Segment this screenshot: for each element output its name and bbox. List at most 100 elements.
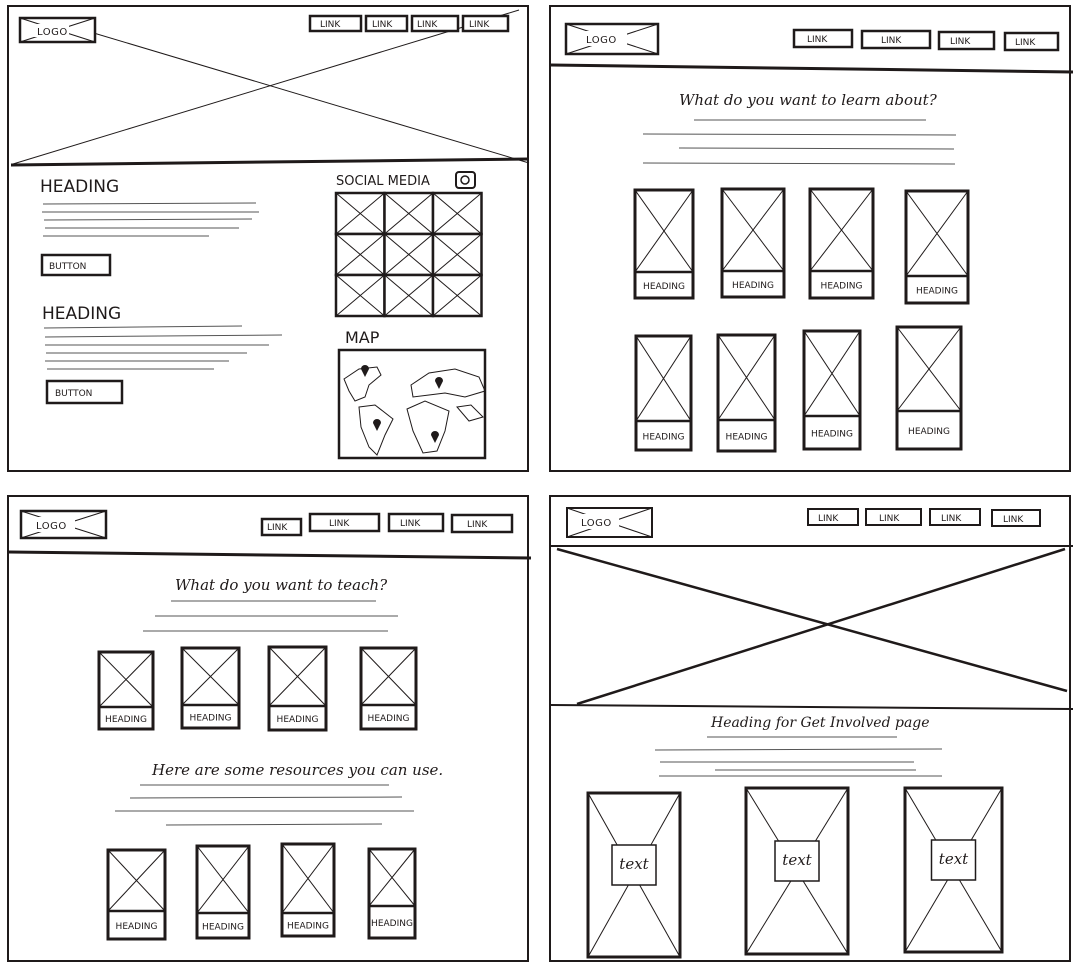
nav-link-3[interactable]: LINK bbox=[410, 14, 460, 33]
wireframe-get-involved-drawing: LOGO LINK LINK LINK LINK Heading for Get… bbox=[550, 507, 1074, 959]
topic-card-grid: HEADING HEADING HEADING HEADING bbox=[97, 645, 418, 732]
nav-link-2[interactable]: LINK bbox=[308, 512, 381, 533]
wireframe-get-involved: LOGO LINK LINK LINK LINK Heading for Get… bbox=[549, 495, 1074, 962]
camera-icon[interactable] bbox=[455, 171, 476, 189]
button-2[interactable]: BUTTON bbox=[45, 379, 124, 405]
nav-link-4[interactable]: LINK bbox=[1003, 31, 1060, 52]
nav-link-label: LINK bbox=[320, 20, 341, 30]
logo-placeholder[interactable]: LOGO bbox=[19, 509, 108, 540]
nav-link-2[interactable]: LINK bbox=[865, 508, 922, 526]
nav-link-label: LINK bbox=[469, 20, 490, 30]
button-1[interactable]: BUTTON bbox=[40, 253, 112, 277]
topic-card[interactable]: HEADING bbox=[359, 646, 418, 731]
involved-card[interactable]: text bbox=[586, 791, 682, 959]
section-heading-1: HEADING bbox=[40, 177, 119, 197]
social-media-image[interactable] bbox=[334, 232, 386, 277]
card-text: text bbox=[619, 855, 649, 873]
social-media-image[interactable] bbox=[431, 191, 483, 236]
topic-card[interactable]: HEADING bbox=[267, 645, 328, 732]
nav-link-label: LINK bbox=[1003, 515, 1024, 525]
topic-card[interactable]: HEADING bbox=[634, 334, 693, 452]
card-text: text bbox=[782, 851, 812, 869]
text-lines bbox=[654, 736, 943, 777]
topic-card[interactable]: HEADING bbox=[904, 189, 970, 305]
topic-card[interactable]: HEADING bbox=[808, 187, 875, 300]
nav-link-4[interactable]: LINK bbox=[461, 14, 510, 33]
card-text: text bbox=[939, 850, 969, 868]
nav-link-1[interactable]: LINK bbox=[807, 508, 859, 526]
nav-link-label: LINK bbox=[467, 520, 488, 530]
social-media-grid bbox=[334, 191, 483, 318]
topic-card[interactable]: HEADING bbox=[195, 844, 251, 940]
wireframe-learn: LOGO LINK LINK LINK LINK What do you wan… bbox=[549, 5, 1074, 472]
nav-link-2[interactable]: LINK bbox=[364, 14, 409, 33]
section-heading-2: HEADING bbox=[42, 304, 121, 324]
social-media-image[interactable] bbox=[383, 232, 435, 277]
social-media-image[interactable] bbox=[334, 191, 386, 236]
social-media-image[interactable] bbox=[431, 232, 483, 277]
wireframe-home: LOGO LINK LINK LINK LINK HEADING BUTTON … bbox=[7, 5, 530, 472]
card-heading: HEADING bbox=[116, 922, 158, 932]
card-heading: HEADING bbox=[202, 923, 244, 933]
wireframe-home-drawing: LOGO LINK LINK LINK LINK HEADING BUTTON … bbox=[10, 9, 530, 460]
nav-link-1[interactable]: LINK bbox=[792, 28, 854, 49]
nav-link-3[interactable]: LINK bbox=[937, 30, 996, 51]
topic-card[interactable]: HEADING bbox=[633, 188, 695, 300]
topic-card[interactable]: HEADING bbox=[367, 847, 417, 940]
nav-link-4[interactable]: LINK bbox=[450, 513, 514, 534]
nav-link-3[interactable]: LINK bbox=[387, 512, 445, 533]
text-lines-2 bbox=[43, 325, 283, 370]
topic-card[interactable]: HEADING bbox=[180, 646, 241, 730]
nav-link-label: LINK bbox=[807, 35, 828, 45]
topic-card[interactable]: HEADING bbox=[720, 187, 786, 299]
page-question: What do you want to learn about? bbox=[679, 91, 938, 109]
card-heading: HEADING bbox=[908, 427, 950, 437]
card-heading: HEADING bbox=[821, 282, 863, 292]
involved-card-row: text text text bbox=[586, 786, 1004, 959]
topic-card[interactable]: HEADING bbox=[106, 848, 167, 941]
logo-placeholder[interactable]: LOGO bbox=[566, 507, 653, 538]
button-1-label: BUTTON bbox=[49, 262, 86, 272]
map-placeholder[interactable] bbox=[337, 348, 487, 460]
nav-link-1[interactable]: LINK bbox=[308, 14, 363, 33]
map-label: MAP bbox=[345, 328, 380, 347]
card-heading: HEADING bbox=[287, 922, 329, 932]
nav-link-3[interactable]: LINK bbox=[929, 508, 981, 526]
topic-card[interactable]: HEADING bbox=[280, 842, 336, 938]
social-media-image[interactable] bbox=[334, 273, 386, 318]
nav-link-label: LINK bbox=[818, 514, 839, 524]
nav-link-2[interactable]: LINK bbox=[860, 29, 932, 50]
nav-link-label: LINK bbox=[267, 523, 288, 533]
nav-link-label: LINK bbox=[329, 519, 350, 529]
involved-card[interactable]: text bbox=[744, 786, 850, 956]
nav-link-label: LINK bbox=[1015, 38, 1036, 48]
social-media-image[interactable] bbox=[383, 191, 435, 236]
topic-card[interactable]: HEADING bbox=[716, 333, 777, 453]
resource-card-grid: HEADING HEADING HEADING HEADING bbox=[106, 842, 417, 941]
topic-card-grid: HEADING HEADING HEADING HEADING HEADING HEADI… bbox=[633, 187, 970, 453]
nav-link-label: LINK bbox=[400, 519, 421, 529]
logo-placeholder[interactable]: LOGO bbox=[564, 22, 660, 56]
nav-link-label: LINK bbox=[417, 20, 438, 30]
social-media-image[interactable] bbox=[383, 273, 435, 318]
topic-card[interactable]: HEADING bbox=[97, 650, 155, 731]
card-heading: HEADING bbox=[726, 433, 768, 443]
logo-text: LOGO bbox=[36, 521, 67, 532]
social-media-label: SOCIAL MEDIA bbox=[336, 174, 430, 189]
wireframe-teach-drawing: LOGO LINK LINK LINK LINK What do you wan… bbox=[8, 509, 532, 941]
involved-card[interactable]: text bbox=[903, 786, 1004, 954]
card-heading: HEADING bbox=[916, 287, 958, 297]
nav-link-1[interactable]: LINK bbox=[260, 517, 303, 537]
topic-card[interactable]: HEADING bbox=[895, 325, 963, 451]
nav-link-label: LINK bbox=[881, 36, 902, 46]
nav-link-4[interactable]: LINK bbox=[991, 509, 1041, 527]
page-question: What do you want to teach? bbox=[175, 576, 388, 594]
logo-text: LOGO bbox=[37, 27, 68, 38]
topic-card[interactable]: HEADING bbox=[802, 329, 862, 451]
logo-placeholder[interactable]: LOGO bbox=[18, 16, 97, 44]
card-heading: HEADING bbox=[371, 919, 413, 929]
card-heading: HEADING bbox=[277, 715, 319, 725]
wireframe-learn-drawing: LOGO LINK LINK LINK LINK What do you wan… bbox=[550, 22, 1074, 453]
social-media-image[interactable] bbox=[431, 273, 483, 318]
card-heading: HEADING bbox=[190, 714, 232, 724]
